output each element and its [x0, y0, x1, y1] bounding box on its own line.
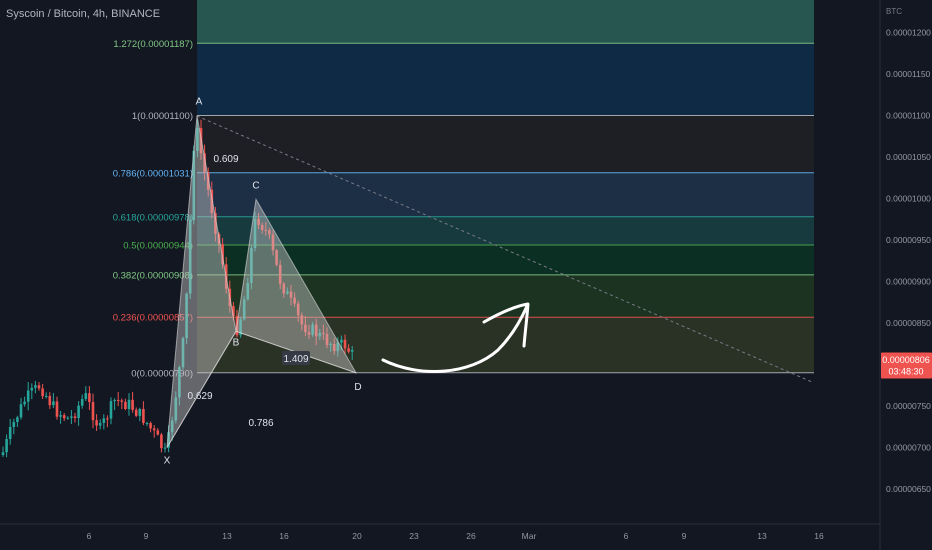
time-tick-9: 9: [682, 531, 687, 541]
fib-zone-top: [197, 0, 814, 44]
candle-body: [55, 401, 59, 417]
ratio-label-1: 0.629: [187, 391, 212, 402]
candle-body: [350, 349, 354, 352]
candle-body: [106, 418, 109, 420]
candle-body: [41, 388, 44, 397]
time-tick-10: 13: [757, 531, 767, 541]
candle-body: [160, 434, 163, 449]
candle-body: [16, 417, 19, 422]
candle-body: [131, 399, 134, 410]
candle-body: [340, 339, 343, 343]
candle-body: [152, 428, 156, 431]
candle-body: [138, 408, 142, 416]
candle-body: [59, 415, 62, 417]
candle-body: [23, 401, 26, 405]
candle-body: [84, 393, 88, 399]
candle-body: [145, 422, 149, 424]
candle-body: [1, 452, 5, 455]
price-tick-2: 0.00001100: [886, 111, 931, 121]
time-tick-3: 16: [279, 531, 289, 541]
ratio-label-3: 1.409: [283, 354, 308, 365]
pattern-point-A: A: [196, 97, 203, 108]
price-tick-10: 0.00000700: [886, 443, 931, 453]
chart-canvas[interactable]: 1.272(0.00001187) 1(0.00001100) 0.786(0.00…: [0, 0, 932, 550]
ratio-label-0: 0.609: [213, 154, 238, 165]
pattern-point-B: B: [233, 337, 240, 348]
candle-body: [88, 393, 91, 403]
candle-body: [80, 398, 84, 406]
candle-body: [77, 405, 80, 419]
candle-body: [124, 401, 127, 410]
candle-body: [26, 390, 30, 402]
fib-zone-1: [197, 115, 814, 173]
price-tick-3: 0.00001050: [886, 152, 931, 162]
time-tick-2: 13: [222, 531, 232, 541]
candle-body: [109, 401, 113, 419]
time-tick-1: 9: [144, 531, 149, 541]
time-tick-0: 6: [87, 531, 92, 541]
fib-zone-3: [197, 216, 814, 245]
trading-chart[interactable]: Syscoin / Bitcoin, 4h, BINANCE 1.272(0.0…: [0, 0, 932, 550]
price-tick-5: 0.00000950: [886, 235, 931, 245]
price-tick-1: 0.00001150: [886, 69, 931, 79]
candle-body: [102, 418, 106, 423]
candle-body: [347, 348, 350, 352]
price-tick-11: 0.00000650: [886, 484, 931, 494]
candle-body: [48, 395, 52, 406]
candle-body: [66, 417, 70, 419]
candle-body: [91, 402, 95, 421]
candle-body: [52, 401, 55, 406]
candle-body: [116, 399, 120, 401]
candle-body: [73, 416, 77, 419]
candle-body: [34, 385, 37, 388]
time-tick-6: 26: [466, 531, 476, 541]
fib-label-0: 1.272(0.00001187): [113, 39, 193, 50]
pattern-point-D: D: [354, 382, 361, 393]
candle-body: [163, 447, 167, 449]
candle-body: [8, 427, 12, 440]
time-tick-4: 20: [352, 531, 362, 541]
candle-body: [19, 404, 23, 418]
time-tick-5: 23: [409, 531, 419, 541]
candle-body: [62, 415, 66, 419]
current-price-value: 0.00000806: [882, 355, 930, 365]
time-tick-11: 16: [814, 531, 824, 541]
candle-body: [120, 400, 124, 402]
price-tick-9: 0.00000750: [886, 401, 931, 411]
candle-body: [44, 395, 48, 397]
candle-body: [142, 408, 145, 424]
time-tick-7: Mar: [522, 531, 537, 541]
pattern-point-C: C: [252, 180, 259, 191]
fib-label-1: 1(0.00001100): [132, 111, 193, 122]
candle-body: [156, 430, 160, 435]
current-price-countdown: 03:48:30: [888, 367, 923, 377]
candle-body: [343, 339, 347, 349]
candle-body: [5, 439, 8, 453]
fib-label-3: 0.618(0.00000978): [113, 212, 193, 223]
fib-label-2: 0.786(0.00001031): [113, 168, 193, 179]
candle-body: [70, 416, 73, 418]
candle-body: [12, 421, 16, 428]
candle-body: [98, 422, 102, 426]
pattern-point-X: X: [164, 456, 171, 467]
fib-label-4: 0.5(0.00000944): [123, 240, 193, 251]
candle-body: [127, 399, 131, 410]
candle-body: [37, 385, 41, 389]
candle-body: [134, 409, 138, 416]
fib-zone-0: [197, 43, 814, 116]
candle-body: [149, 422, 152, 429]
candle-body: [113, 399, 116, 402]
fib-zone-2: [197, 172, 814, 217]
fib-label-5: 0.382(0.00000908): [113, 270, 193, 281]
candle-body: [30, 387, 34, 391]
price-tick-6: 0.00000900: [886, 277, 931, 287]
time-tick-8: 6: [624, 531, 629, 541]
price-tick-4: 0.00001000: [886, 194, 931, 204]
candle-body: [95, 420, 98, 426]
price-axis-unit: BTC: [886, 7, 902, 16]
price-tick-0: 0.00001200: [886, 28, 931, 38]
ratio-label-2: 0.786: [248, 418, 273, 429]
price-tick-7: 0.00000850: [886, 318, 931, 328]
